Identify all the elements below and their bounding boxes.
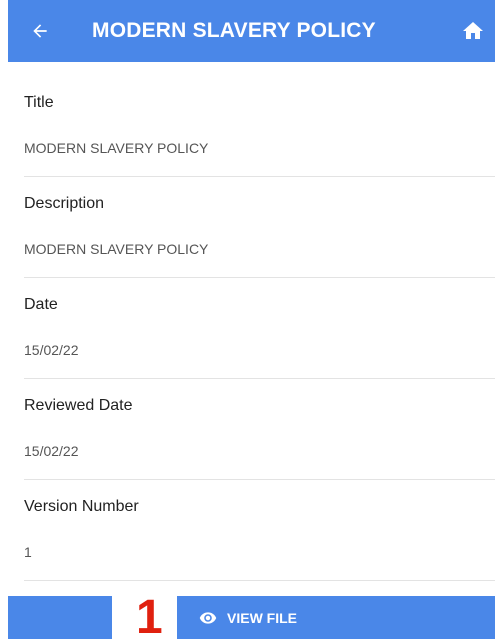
home-button[interactable] bbox=[459, 17, 487, 45]
field-value: 15/02/22 bbox=[24, 342, 79, 358]
field-label: Title bbox=[24, 94, 54, 111]
page-title: MODERN SLAVERY POLICY bbox=[92, 19, 376, 42]
home-icon bbox=[463, 22, 483, 39]
field-title: Title MODERN SLAVERY POLICY bbox=[24, 76, 495, 177]
field-value: 1 bbox=[24, 544, 32, 560]
policy-details: Title MODERN SLAVERY POLICY Description … bbox=[24, 76, 495, 581]
app-bar: MODERN SLAVERY POLICY bbox=[8, 0, 495, 62]
field-reviewed-date: Reviewed Date 15/02/22 bbox=[24, 379, 495, 480]
field-date: Date 15/02/22 bbox=[24, 278, 495, 379]
field-description: Description MODERN SLAVERY POLICY bbox=[24, 177, 495, 278]
bottom-left-button[interactable] bbox=[8, 596, 112, 639]
field-label: Version Number bbox=[24, 498, 139, 515]
bottom-action-bar: 1 VIEW FILE bbox=[8, 591, 495, 644]
field-label: Description bbox=[24, 195, 105, 212]
back-button[interactable] bbox=[8, 0, 72, 62]
field-value: MODERN SLAVERY POLICY bbox=[24, 241, 209, 257]
field-label: Reviewed Date bbox=[24, 397, 133, 414]
view-file-button[interactable]: VIEW FILE bbox=[177, 596, 495, 639]
field-version-number: Version Number 1 bbox=[24, 480, 495, 581]
arrow-left-icon bbox=[33, 24, 47, 38]
view-file-label: VIEW FILE bbox=[227, 609, 297, 626]
eye-icon bbox=[199, 609, 217, 627]
page-number-badge: 1 bbox=[136, 591, 163, 644]
field-label: Date bbox=[24, 296, 58, 313]
field-value: MODERN SLAVERY POLICY bbox=[24, 140, 209, 156]
field-value: 15/02/22 bbox=[24, 443, 79, 459]
